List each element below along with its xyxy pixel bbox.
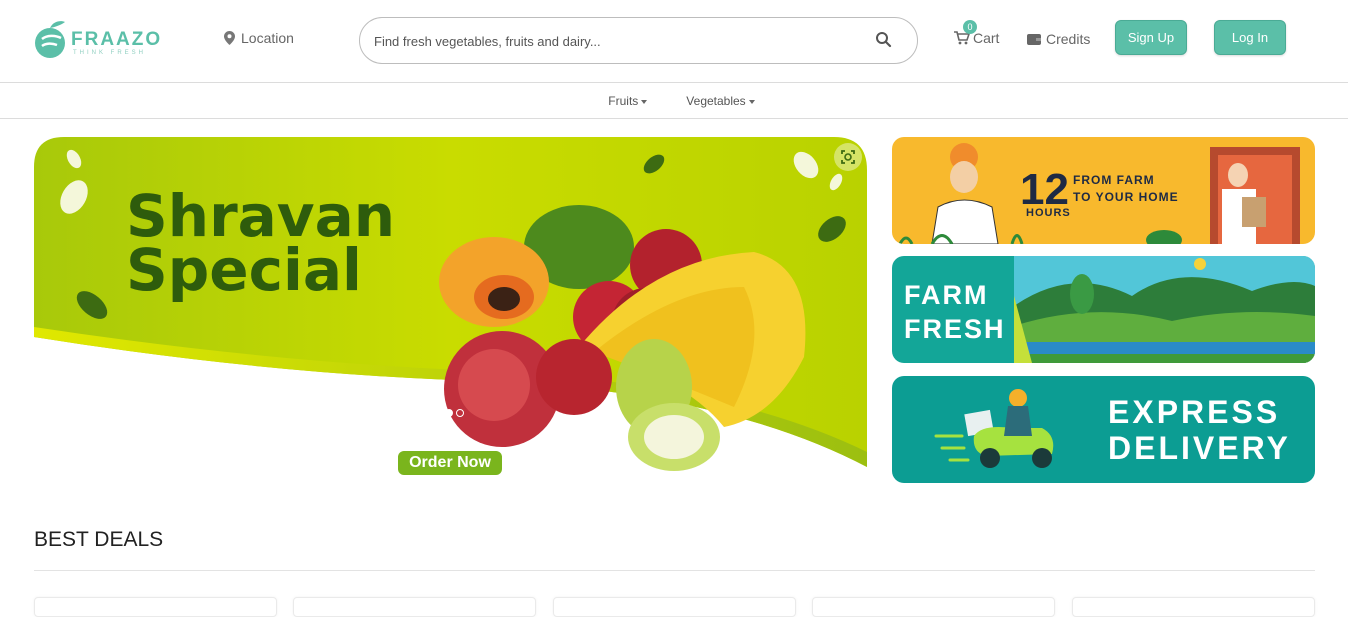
carousel-dot[interactable] [445, 409, 453, 417]
credits-label: Credits [1046, 31, 1091, 47]
banner-line: EXPRESS [1108, 394, 1281, 430]
banner-farm-fresh[interactable]: FARM FRESH [892, 256, 1315, 363]
banner-express-delivery[interactable]: EXPRESS DELIVERY [892, 376, 1315, 483]
best-deals-heading: BEST DEALS [34, 528, 164, 551]
banner-line: FROM FARM [1073, 173, 1155, 187]
caret-down-icon [748, 99, 755, 104]
fraazo-logo[interactable]: FRAAZO THINK FRESH [33, 17, 163, 61]
cart-count-badge: 0 [963, 20, 977, 34]
log-in-button[interactable]: Log In [1214, 20, 1286, 55]
deal-card[interactable] [34, 597, 277, 617]
hero-carousel[interactable]: Shravan Special Order Now [34, 137, 867, 477]
banner-line: FARM [904, 280, 989, 310]
search-bar [359, 17, 918, 64]
banner-from-farm-text: FROM FARM TO YOUR HOME [1073, 172, 1179, 206]
carousel-indicators [445, 409, 464, 417]
caret-down-icon [641, 99, 648, 104]
map-pin-icon [224, 31, 235, 45]
category-nav: Fruits Vegetables [0, 83, 1348, 119]
search-icon[interactable] [875, 31, 893, 49]
leaf-logo-icon [35, 21, 65, 58]
deal-card[interactable] [293, 597, 536, 617]
location-label: Location [241, 30, 294, 46]
nav-item-fruits[interactable]: Fruits [608, 83, 648, 118]
banner-hours-label: HOURS [1026, 207, 1071, 219]
carousel-dot[interactable] [456, 409, 464, 417]
nav-item-label: Vegetables [686, 94, 746, 108]
zoom-expand-icon[interactable] [834, 143, 862, 171]
order-now-button[interactable]: Order Now [398, 451, 502, 475]
nav-item-label: Fruits [608, 94, 639, 108]
banner-line: DELIVERY [1108, 430, 1291, 466]
section-divider [34, 570, 1315, 571]
banner-12-hours-delivery[interactable]: 12 FROM FARM TO YOUR HOME HOURS [892, 137, 1315, 244]
logo-tagline: THINK FRESH [73, 50, 147, 56]
banner-line: TO YOUR HOME [1073, 190, 1179, 204]
search-input[interactable] [374, 30, 854, 52]
banner-farm-fresh-text: FARM FRESH [904, 278, 1006, 346]
location-selector[interactable]: Location [224, 30, 294, 46]
hero-title-line2: Special [126, 236, 362, 304]
sign-up-button[interactable]: Sign Up [1115, 20, 1187, 55]
banner-express-delivery-text: EXPRESS DELIVERY [1108, 394, 1291, 466]
credits-link[interactable]: Credits [1027, 31, 1090, 47]
deal-card[interactable] [1072, 597, 1315, 617]
logo-wordmark: FRAAZO [71, 29, 163, 50]
site-header: FRAAZO THINK FRESH Location 0 Cart Credi… [0, 0, 1348, 83]
deal-card[interactable] [812, 597, 1055, 617]
hero-title: Shravan Special [126, 182, 396, 304]
hero-title-line1: Shravan [126, 182, 396, 250]
nav-item-vegetables[interactable]: Vegetables [686, 83, 755, 118]
deal-card[interactable] [553, 597, 796, 617]
cart-label: Cart [973, 30, 1000, 46]
wallet-icon [1027, 34, 1041, 45]
banner-line: FRESH [904, 314, 1006, 344]
cart-link[interactable]: 0 Cart [954, 20, 1000, 46]
